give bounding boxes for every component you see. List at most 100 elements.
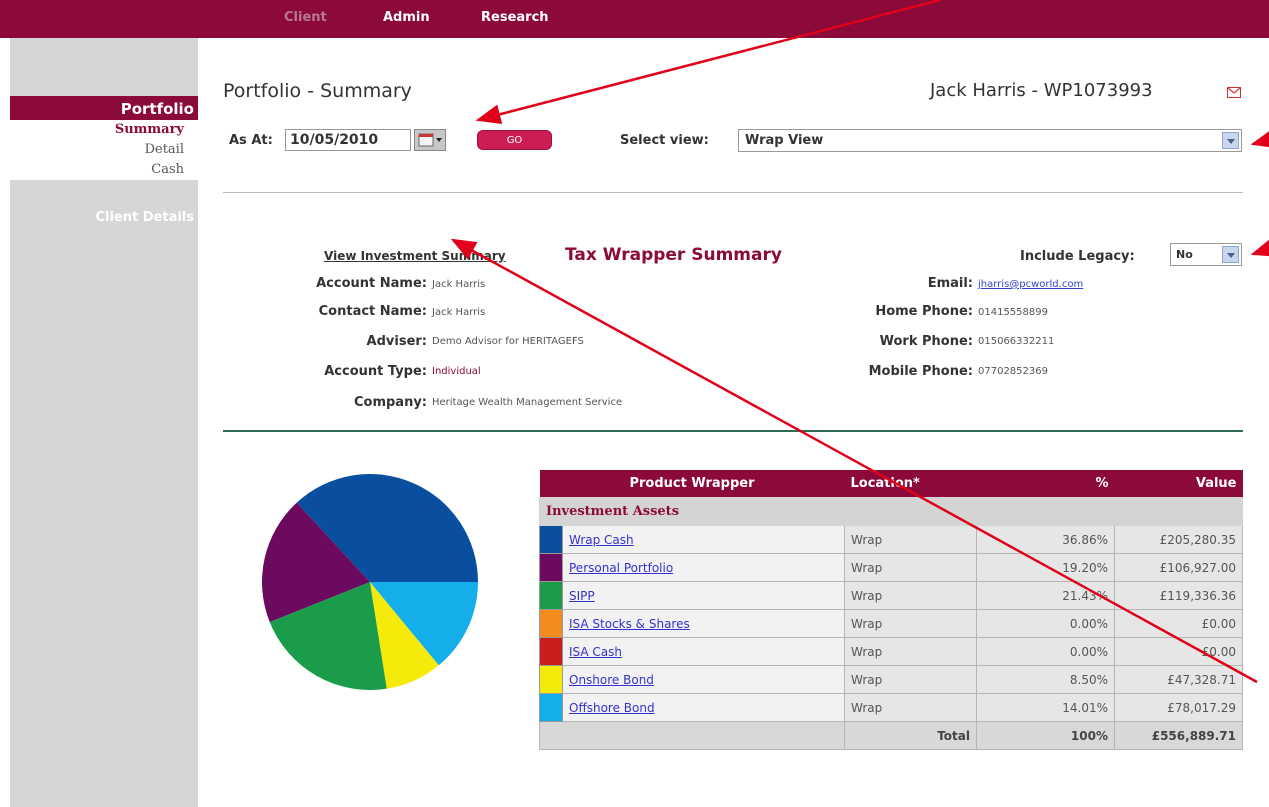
product-link[interactable]: Offshore Bond: [569, 701, 655, 715]
email-label: Email:: [927, 276, 973, 291]
product-link[interactable]: ISA Cash: [569, 645, 622, 659]
total-spacer: [539, 721, 845, 750]
account-type-value: Individual: [432, 366, 481, 377]
mail-icon[interactable]: [1227, 87, 1241, 98]
work-phone-value: 015066332211: [978, 336, 1055, 347]
sidebar-item-cash[interactable]: Cash: [10, 160, 184, 180]
sidebar-item-summary[interactable]: Summary: [10, 120, 184, 140]
table-row: ISA Cash Wrap 0.00% £0.00: [539, 637, 1243, 666]
client-name: Jack Harris - WP1073993: [930, 80, 1153, 101]
color-swatch: [539, 665, 563, 694]
select-view-dropdown[interactable]: Wrap View: [738, 129, 1242, 152]
view-investment-summary-link[interactable]: View Investment Summary: [324, 249, 506, 263]
table-row: ISA Stocks & Shares Wrap 0.00% £0.00: [539, 609, 1243, 638]
table-row: Onshore Bond Wrap 8.50% £47,328.71: [539, 665, 1243, 694]
product-name-cell: SIPP: [562, 581, 845, 610]
go-button[interactable]: GO: [477, 130, 552, 150]
table-row: SIPP Wrap 21.43% £119,336.36: [539, 581, 1243, 610]
company-label: Company:: [353, 395, 427, 410]
color-swatch: [539, 693, 563, 722]
color-swatch: [539, 525, 563, 554]
total-percent: 100%: [976, 721, 1115, 750]
product-link[interactable]: Personal Portfolio: [569, 561, 673, 575]
portfolio-pie-chart: [262, 474, 478, 690]
group-row: Investment Assets: [539, 497, 1243, 526]
location-cell: Wrap: [844, 525, 977, 554]
value-cell: £106,927.00: [1114, 553, 1243, 582]
sidebar-submenu: Summary Detail Cash: [10, 120, 198, 180]
product-link[interactable]: Onshore Bond: [569, 673, 654, 687]
value-cell: £47,328.71: [1114, 665, 1243, 694]
product-name-cell: ISA Cash: [562, 637, 845, 666]
table-row: Wrap Cash Wrap 36.86% £205,280.35: [539, 525, 1243, 554]
group-investment-assets: Investment Assets: [539, 497, 1243, 526]
nav-admin[interactable]: Admin: [383, 10, 430, 25]
location-cell: Wrap: [844, 581, 977, 610]
include-legacy-select[interactable]: No: [1170, 243, 1242, 266]
tax-wrapper-summary-title: Tax Wrapper Summary: [565, 245, 782, 265]
color-swatch: [539, 637, 563, 666]
select-view-value: Wrap View: [745, 133, 824, 148]
table-row: Offshore Bond Wrap 14.01% £78,017.29: [539, 693, 1243, 722]
contact-name-label: Contact Name:: [318, 304, 427, 319]
mobile-phone-value: 07702852369: [978, 366, 1048, 377]
table-row: Personal Portfolio Wrap 19.20% £106,927.00: [539, 553, 1243, 582]
total-label: Total: [844, 721, 977, 750]
nav-client[interactable]: Client: [284, 10, 327, 25]
work-phone-label: Work Phone:: [879, 334, 973, 349]
location-cell: Wrap: [844, 693, 977, 722]
header-value: Value: [1114, 470, 1243, 498]
date-input[interactable]: 10/05/2010: [285, 129, 411, 151]
product-name-cell: Onshore Bond: [562, 665, 845, 694]
calendar-button[interactable]: [414, 129, 446, 151]
percent-cell: 0.00%: [976, 637, 1115, 666]
home-phone-value: 01415558899: [978, 307, 1048, 318]
email-link[interactable]: jharris@pcworld.com: [978, 279, 1083, 290]
contact-name-value: Jack Harris: [432, 307, 486, 318]
sidebar: Portfolio Summary Detail Cash Client Det…: [10, 38, 198, 807]
include-legacy-label: Include Legacy:: [1020, 249, 1135, 264]
chevron-down-icon[interactable]: [1222, 246, 1239, 263]
product-link[interactable]: Wrap Cash: [569, 533, 634, 547]
product-name-cell: ISA Stocks & Shares: [562, 609, 845, 638]
company-value: Heritage Wealth Management Service: [432, 397, 623, 408]
total-row: Total 100% £556,889.71: [539, 721, 1243, 750]
page-title: Portfolio - Summary: [223, 80, 412, 102]
chevron-down-icon[interactable]: [1222, 132, 1239, 149]
account-type-label: Account Type:: [324, 364, 427, 379]
value-cell: £78,017.29: [1114, 693, 1243, 722]
product-name-cell: Offshore Bond: [562, 693, 845, 722]
table-header-row: Product Wrapper Location* % Value: [539, 470, 1243, 498]
annotation-arrow: [1250, 237, 1269, 257]
mobile-phone-label: Mobile Phone:: [868, 364, 973, 379]
percent-cell: 8.50%: [976, 665, 1115, 694]
color-swatch: [539, 609, 563, 638]
select-view-label: Select view:: [620, 133, 709, 148]
color-swatch: [539, 581, 563, 610]
top-nav-bar: Client Admin Research: [0, 0, 1269, 38]
percent-cell: 21.43%: [976, 581, 1115, 610]
sidebar-item-client-details[interactable]: Client Details: [10, 210, 198, 225]
sidebar-item-detail[interactable]: Detail: [10, 140, 184, 160]
product-name-cell: Wrap Cash: [562, 525, 845, 554]
value-cell: £119,336.36: [1114, 581, 1243, 610]
location-cell: Wrap: [844, 609, 977, 638]
location-cell: Wrap: [844, 665, 977, 694]
percent-cell: 19.20%: [976, 553, 1115, 582]
divider: [223, 430, 1243, 432]
as-at-label: As At:: [229, 133, 273, 148]
value-cell: £0.00: [1114, 609, 1243, 638]
percent-cell: 36.86%: [976, 525, 1115, 554]
percent-cell: 0.00%: [976, 609, 1115, 638]
percent-cell: 14.01%: [976, 693, 1115, 722]
home-phone-label: Home Phone:: [875, 304, 973, 319]
product-name-cell: Personal Portfolio: [562, 553, 845, 582]
adviser-label: Adviser:: [366, 334, 427, 349]
nav-research[interactable]: Research: [481, 10, 549, 25]
product-link[interactable]: ISA Stocks & Shares: [569, 617, 690, 631]
sidebar-spacer: [10, 38, 198, 96]
product-link[interactable]: SIPP: [569, 589, 595, 603]
include-legacy-value: No: [1176, 248, 1193, 261]
sidebar-portfolio-header[interactable]: Portfolio: [10, 96, 198, 120]
product-wrapper-table: Product Wrapper Location* % Value Invest…: [539, 470, 1243, 750]
